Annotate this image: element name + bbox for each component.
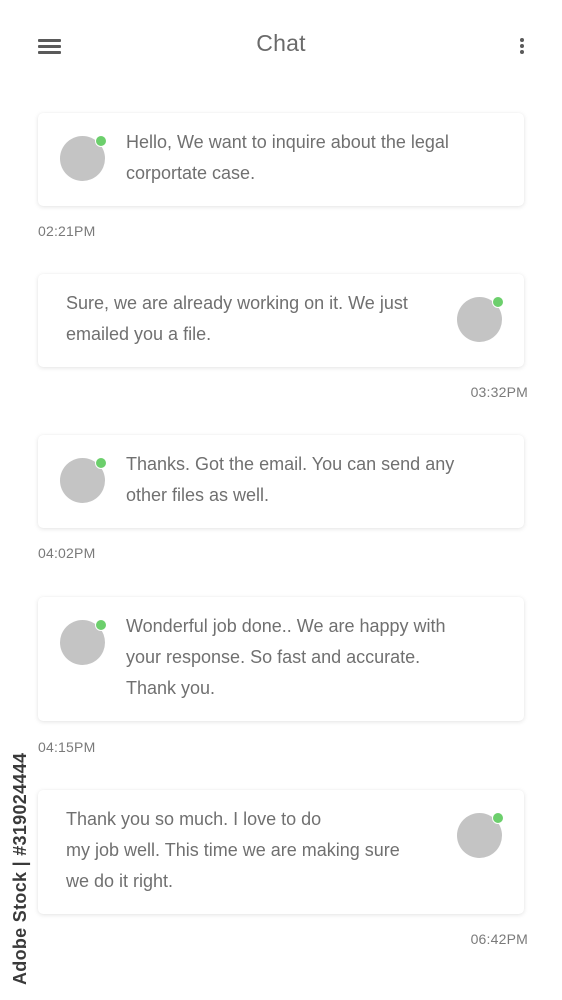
message-bubble[interactable]: Thank you so much. I love to do my job w… <box>38 790 524 914</box>
watermark: Adobe Stock | #319024444 <box>10 752 30 985</box>
message-text: Thanks. Got the email. You can send any … <box>126 454 455 505</box>
message-bubble[interactable]: Thanks. Got the email. You can send any … <box>38 435 524 528</box>
avatar[interactable] <box>457 296 504 342</box>
message-timestamp: 02:21PM <box>38 223 96 239</box>
message-timestamp: 03:32PM <box>470 384 528 400</box>
online-status-dot <box>492 296 504 308</box>
online-status-dot <box>95 135 107 147</box>
avatar[interactable] <box>60 457 107 503</box>
avatar[interactable] <box>457 812 504 858</box>
message-timestamp: 06:42PM <box>470 931 528 947</box>
message-text: Thank you so much. I love to do my job w… <box>66 809 400 891</box>
message-bubble[interactable]: Sure, we are already working on it. We j… <box>38 274 524 367</box>
online-status-dot <box>492 812 504 824</box>
message-bubble[interactable]: Hello, We want to inquire about the lega… <box>38 113 524 206</box>
message-text: Sure, we are already working on it. We j… <box>66 293 408 344</box>
avatar[interactable] <box>60 619 107 665</box>
message-timestamp: 04:15PM <box>38 739 96 755</box>
app-header: Chat <box>0 0 562 92</box>
message-timestamp: 04:02PM <box>38 545 96 561</box>
message-bubble[interactable]: Wonderful job done.. We are happy with y… <box>38 597 524 721</box>
online-status-dot <box>95 619 107 631</box>
avatar[interactable] <box>60 135 107 181</box>
page-title: Chat <box>256 30 306 56</box>
online-status-dot <box>95 457 107 469</box>
message-text: Hello, We want to inquire about the lega… <box>126 132 449 183</box>
more-options-icon[interactable] <box>512 36 532 56</box>
message-text: Wonderful job done.. We are happy with y… <box>126 616 446 698</box>
